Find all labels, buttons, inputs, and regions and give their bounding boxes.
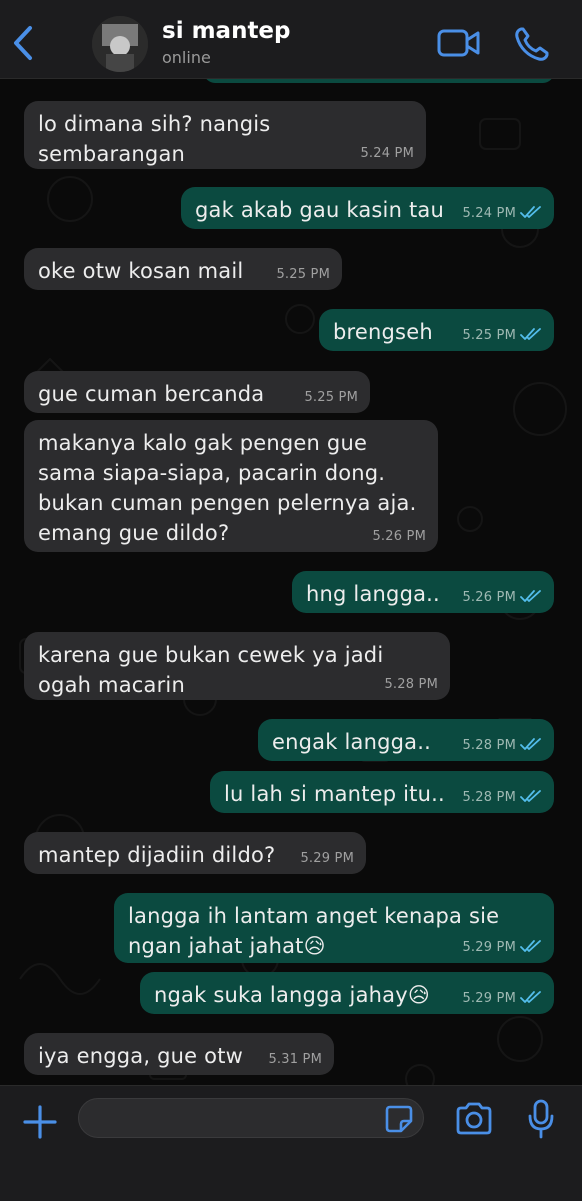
message-time: 5.29 PM xyxy=(462,940,516,955)
message-time: 5.28 PM xyxy=(384,677,438,692)
chat-header: si mantep online xyxy=(0,0,582,79)
sticker-button[interactable] xyxy=(384,1104,414,1134)
incoming-message[interactable]: oke otw kosan mail 5.25 PM xyxy=(24,248,342,290)
message-time: 5.29 PM xyxy=(300,851,354,866)
message-input[interactable] xyxy=(78,1098,424,1138)
message-text: langga ih lantam anget kenapa sie ngan j… xyxy=(128,904,507,958)
message-time: 5.29 PM xyxy=(462,991,516,1006)
message-meta: 5.26 PM xyxy=(372,530,426,544)
message-text: ngak suka langga jahay😥 xyxy=(154,983,430,1007)
attach-button[interactable] xyxy=(20,1102,60,1142)
incoming-message[interactable]: iya engga, gue otw 5.31 PM xyxy=(24,1033,334,1075)
incoming-message[interactable]: karena gue bukan cewek ya jadi ogah maca… xyxy=(24,632,450,700)
microphone-icon xyxy=(528,1099,554,1139)
double-check-icon xyxy=(520,940,541,952)
message-text: gak akab gau kasin tau xyxy=(195,198,444,222)
message-time: 5.24 PM xyxy=(462,206,516,221)
message-time: 5.25 PM xyxy=(462,328,516,343)
plus-icon xyxy=(23,1105,57,1139)
message-meta: 5.25 PM xyxy=(462,327,542,343)
message-time: 5.28 PM xyxy=(462,790,516,805)
outgoing-message[interactable]: engak langga.. 5.28 PM xyxy=(258,719,554,761)
message-text: karena gue bukan cewek ya jadi ogah maca… xyxy=(38,643,391,697)
message-text: makanya kalo gak pengen gue sama siapa-s… xyxy=(38,431,424,545)
incoming-message[interactable]: gue cuman bercanda 5.25 PM xyxy=(24,371,370,413)
message-text: brengseh xyxy=(333,320,433,344)
message-meta: 5.24 PM xyxy=(462,205,542,221)
outgoing-message[interactable]: hng langga.. 5.26 PM xyxy=(292,571,554,613)
message-text: engak langga.. xyxy=(272,730,431,754)
message-meta: 5.28 PM xyxy=(462,737,542,753)
double-check-icon xyxy=(520,206,541,218)
incoming-message[interactable]: mantep dijadiin dildo? 5.29 PM xyxy=(24,832,366,874)
message-time: 5.28 PM xyxy=(462,738,516,753)
message-meta: 5.25 PM xyxy=(276,268,330,282)
message-meta: 5.29 PM xyxy=(300,852,354,866)
incoming-message[interactable]: makanya kalo gak pengen gue sama siapa-s… xyxy=(24,420,438,552)
incoming-message[interactable]: lo dimana sih? nangis sembarangan 5.24 PM xyxy=(24,101,426,169)
message-bubble-clipped xyxy=(204,79,554,83)
message-meta: 5.26 PM xyxy=(462,589,542,605)
message-text: gue cuman bercanda xyxy=(38,382,265,406)
message-meta: 5.29 PM xyxy=(462,939,542,955)
message-time: 5.26 PM xyxy=(372,529,426,544)
double-check-icon xyxy=(520,328,541,340)
message-meta: 5.29 PM xyxy=(462,990,542,1006)
outgoing-message[interactable]: gak akab gau kasin tau 5.24 PM xyxy=(181,187,554,229)
message-time: 5.25 PM xyxy=(276,267,330,282)
double-check-icon xyxy=(520,738,541,750)
message-meta: 5.24 PM xyxy=(360,147,414,161)
message-list[interactable]: lo dimana sih? nangis sembarangan 5.24 PM… xyxy=(0,79,582,1085)
message-text: lu lah si mantep itu.. xyxy=(224,782,445,806)
message-meta: 5.25 PM xyxy=(304,391,358,405)
outgoing-message[interactable]: ngak suka langga jahay😥 5.29 PM xyxy=(140,972,554,1014)
message-time: 5.25 PM xyxy=(304,390,358,405)
double-check-icon xyxy=(520,790,541,802)
double-check-icon xyxy=(520,991,541,1003)
message-text: iya engga, gue otw xyxy=(38,1044,244,1068)
message-meta: 5.28 PM xyxy=(384,678,438,692)
back-button[interactable] xyxy=(8,22,42,64)
outgoing-message[interactable]: langga ih lantam anget kenapa sie ngan j… xyxy=(114,893,554,963)
sticker-icon xyxy=(385,1105,413,1133)
message-text: mantep dijadiin dildo? xyxy=(38,843,276,867)
phone-icon xyxy=(515,27,549,61)
outgoing-message[interactable]: brengseh 5.25 PM xyxy=(319,309,554,351)
outgoing-message[interactable]: lu lah si mantep itu.. 5.28 PM xyxy=(210,771,554,813)
chevron-left-icon xyxy=(14,26,32,60)
video-call-button[interactable] xyxy=(436,26,482,60)
avatar[interactable] xyxy=(92,16,148,72)
double-check-icon xyxy=(520,590,541,602)
message-text: lo dimana sih? nangis sembarangan xyxy=(38,112,278,166)
voice-call-button[interactable] xyxy=(512,24,552,64)
message-text: hng langga.. xyxy=(306,582,440,606)
message-text: oke otw kosan mail xyxy=(38,259,244,283)
video-camera-icon xyxy=(437,29,480,57)
message-time: 5.31 PM xyxy=(268,1052,322,1067)
microphone-button[interactable] xyxy=(526,1098,556,1140)
message-meta: 5.28 PM xyxy=(462,789,542,805)
composer-bar xyxy=(0,1085,582,1201)
contact-status: online xyxy=(162,48,211,67)
contact-name[interactable]: si mantep xyxy=(162,18,291,44)
message-time: 5.26 PM xyxy=(462,590,516,605)
camera-button[interactable] xyxy=(454,1100,494,1138)
camera-icon xyxy=(456,1102,492,1135)
message-meta: 5.31 PM xyxy=(268,1053,322,1067)
message-time: 5.24 PM xyxy=(360,146,414,161)
